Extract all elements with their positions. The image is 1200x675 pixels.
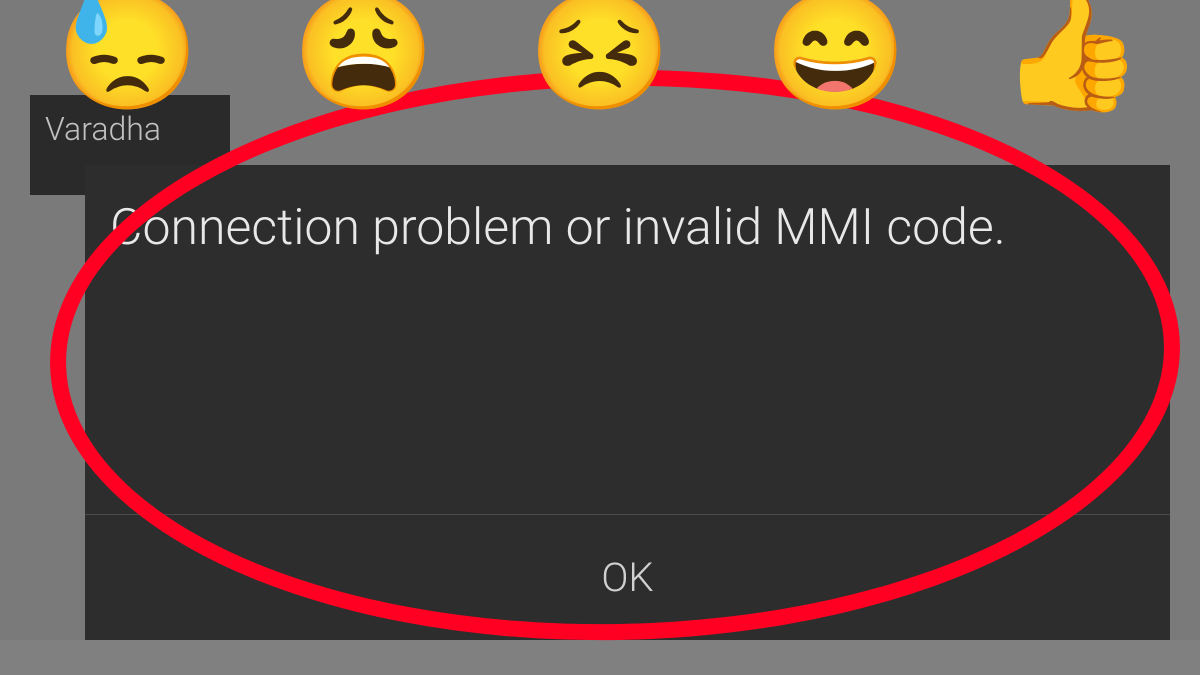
grinning-emoji-icon: 😄 — [764, 0, 907, 110]
dialog-button-row: OK — [85, 515, 1170, 640]
cold-sweat-emoji-icon: 😓 — [56, 0, 199, 110]
reaction-emoji-row: 😓 😩 😣 😄 👍 — [0, 0, 1200, 110]
error-dialog: Connection problem or invalid MMI code. … — [85, 165, 1170, 640]
ok-button[interactable]: OK — [541, 534, 713, 621]
bottom-edge — [0, 640, 1200, 675]
dialog-message-text: Connection problem or invalid MMI code. — [85, 165, 1170, 514]
thumbs-up-emoji-icon: 👍 — [1000, 0, 1143, 110]
weary-emoji-icon: 😩 — [292, 0, 435, 110]
persevering-emoji-icon: 😣 — [528, 0, 671, 110]
